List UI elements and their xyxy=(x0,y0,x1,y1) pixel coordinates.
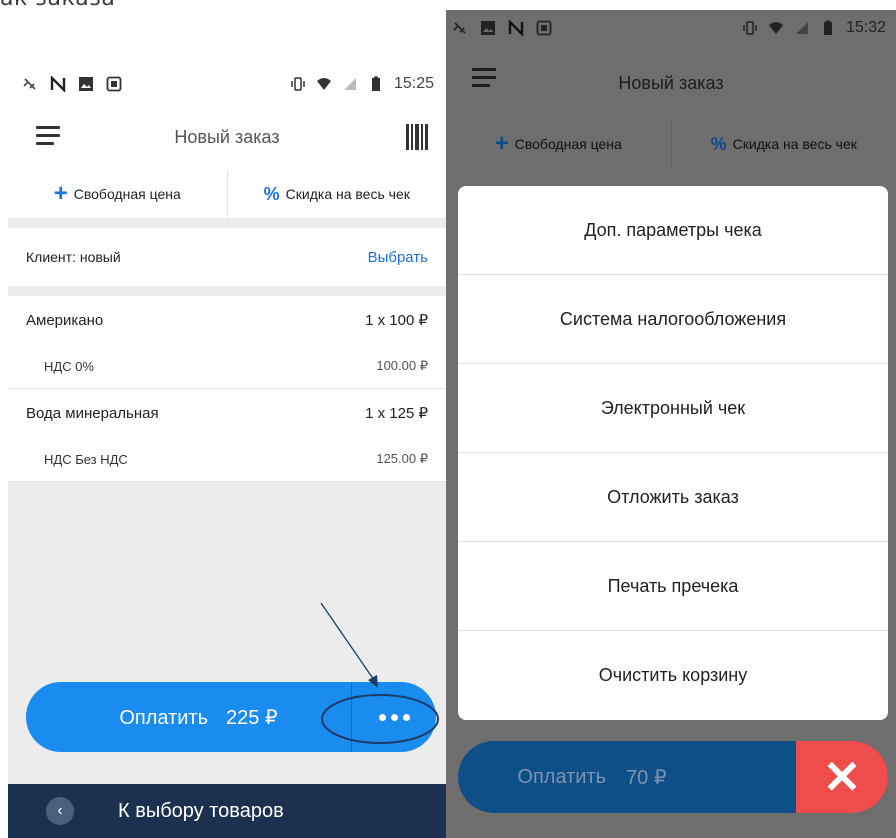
plus-icon: + xyxy=(494,130,509,157)
battery-icon xyxy=(823,20,832,35)
item-qty-price: 1 x 125 ₽ xyxy=(365,405,428,422)
app-bar: Новый заказ xyxy=(446,46,896,120)
plus-icon: + xyxy=(53,180,68,207)
item-sum: 125.00 ₽ xyxy=(376,451,428,466)
order-actions: + Свободная цена % Скидка на весь чек xyxy=(8,170,446,218)
wifi-icon xyxy=(316,78,331,90)
right-screen: 15:32 Новый заказ + Свободная цена % Ски… xyxy=(446,10,896,838)
pay-label: Оплатить xyxy=(517,765,607,788)
list-item[interactable]: Вода минеральная 1 x 125 ₽ НДС Без НДС 1… xyxy=(8,389,446,482)
item-name: Американо xyxy=(26,311,104,329)
status-icons-right: 15:25 xyxy=(290,75,434,93)
bottom-nav[interactable]: ‹ К выбору товаров xyxy=(8,784,446,838)
percent-icon: % xyxy=(263,183,280,204)
free-price-label: Свободная цена xyxy=(73,186,181,202)
list-item[interactable]: Американо 1 x 100 ₽ НДС 0% 100.00 ₽ xyxy=(8,296,446,389)
link-off-icon xyxy=(453,22,466,34)
pay-button[interactable]: Оплатить 225 ₽ xyxy=(26,705,351,730)
menu-icon[interactable] xyxy=(472,68,496,88)
free-price-button[interactable]: + Свободная цена xyxy=(446,120,671,168)
item-tax: НДС 0% xyxy=(44,358,94,374)
back-to-products-label: К выбору товаров xyxy=(118,799,284,822)
options-menu: Доп. параметры чека Система налогообложе… xyxy=(458,186,888,720)
free-price-label: Свободная цена xyxy=(514,136,622,152)
client-label: Клиент: новый xyxy=(26,249,121,265)
page-title: Новый заказ xyxy=(174,126,280,147)
barcode-icon[interactable] xyxy=(406,124,430,150)
item-name: Вода минеральная xyxy=(26,404,159,422)
no-sim-icon xyxy=(343,78,356,90)
order-actions: + Свободная цена % Скидка на весь чек xyxy=(446,120,896,168)
pay-bar: Оплатить 70 ₽ ✕ xyxy=(458,741,888,813)
discount-button[interactable]: % Скидка на весь чек xyxy=(226,170,447,218)
square-icon xyxy=(106,76,122,92)
page-title: Новый заказ xyxy=(618,72,724,93)
wifi-icon xyxy=(768,22,783,34)
pay-button[interactable]: Оплатить 70 ₽ xyxy=(458,741,796,813)
page: ак заказа 15:25 Новый заказ xyxy=(0,0,896,838)
link-off-icon xyxy=(23,78,36,90)
client-row: Клиент: новый Выбрать xyxy=(8,228,446,286)
pay-label: Оплатить xyxy=(119,706,208,729)
status-bar: 15:25 xyxy=(8,62,446,106)
menu-item-tax-system[interactable]: Система налогообложения xyxy=(458,275,888,364)
more-options-button[interactable] xyxy=(352,682,436,752)
menu-icon[interactable] xyxy=(36,126,60,146)
menu-item-print-pre-receipt[interactable]: Печать пречека xyxy=(458,542,888,631)
status-time: 15:25 xyxy=(393,75,434,92)
nfc-icon xyxy=(508,20,524,36)
item-qty-price: 1 x 100 ₽ xyxy=(365,312,428,329)
menu-item-clear-cart[interactable]: Очистить корзину xyxy=(458,631,888,720)
status-bar: 15:32 xyxy=(446,10,896,46)
pay-amount: 70 ₽ xyxy=(626,766,667,789)
status-icons-right: 15:32 xyxy=(742,19,886,37)
square-icon xyxy=(536,20,552,36)
order-items-list: Американо 1 x 100 ₽ НДС 0% 100.00 ₽ Вода… xyxy=(8,296,446,482)
status-icons-left xyxy=(452,20,552,36)
caption-text: ак заказа xyxy=(0,0,115,11)
close-icon[interactable]: ✕ xyxy=(796,741,888,813)
left-screen: 15:25 Новый заказ + Свободная цена % Ски… xyxy=(8,62,446,838)
percent-icon: % xyxy=(710,133,727,154)
app-bar: Новый заказ xyxy=(8,106,446,168)
image-icon xyxy=(481,21,495,35)
menu-item-postpone-order[interactable]: Отложить заказ xyxy=(458,453,888,542)
status-icons-left xyxy=(22,76,122,92)
vibrate-icon xyxy=(743,21,757,35)
item-sum: 100.00 ₽ xyxy=(376,358,428,373)
free-price-button[interactable]: + Свободная цена xyxy=(8,170,227,218)
nfc-icon xyxy=(50,76,66,92)
chevron-left-icon[interactable]: ‹ xyxy=(46,797,74,825)
image-icon xyxy=(79,77,93,91)
discount-label: Скидка на весь чек xyxy=(732,136,857,152)
no-sim-icon xyxy=(795,22,808,34)
battery-icon xyxy=(371,76,380,91)
status-time: 15:32 xyxy=(845,19,886,36)
item-tax: НДС Без НДС xyxy=(44,451,128,467)
menu-item-e-receipt[interactable]: Электронный чек xyxy=(458,364,888,453)
pay-bar: Оплатить 225 ₽ xyxy=(26,682,436,752)
more-dots-icon xyxy=(378,713,410,721)
menu-item-receipt-params[interactable]: Доп. параметры чека xyxy=(458,186,888,275)
discount-label: Скидка на весь чек xyxy=(285,186,410,202)
pay-amount: 225 ₽ xyxy=(226,706,278,729)
vibrate-icon xyxy=(291,77,305,91)
select-client-link[interactable]: Выбрать xyxy=(368,249,428,266)
discount-button[interactable]: % Скидка на весь чек xyxy=(670,120,896,168)
